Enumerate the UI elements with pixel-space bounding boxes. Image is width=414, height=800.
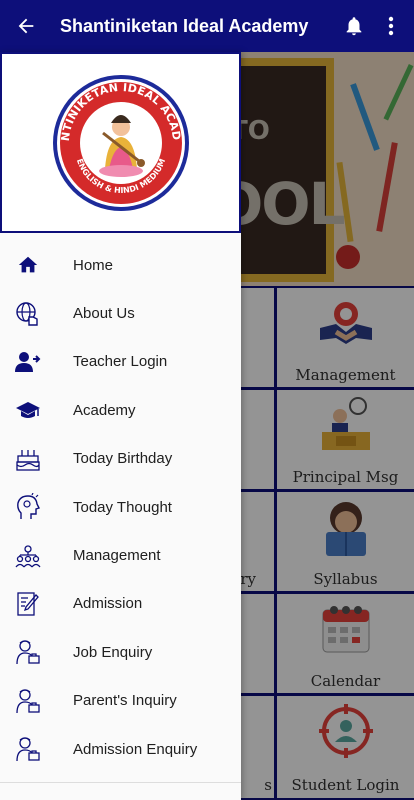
birthday-cake-icon [16,449,40,471]
app-title: Shantiniketan Ideal Academy [60,15,309,36]
menu-item-teacher-login[interactable]: Teacher Login [0,338,241,386]
admission-form-icon [17,592,39,616]
app-bar: Shantiniketan Ideal Academy [0,0,414,52]
menu-item-label: Admission Enquiry [73,740,198,758]
menu-item-label: Parent's Inquiry [73,692,177,710]
back-button[interactable] [0,0,52,52]
school-logo: SHANTINIKETAN IDEAL ACADEMY ENGLISH & HI… [51,73,189,211]
globe-hand-icon [16,301,38,326]
arrow-left-icon [18,18,34,34]
menu-item-label: Today Birthday [73,450,173,468]
menu-item-label: Job Enquiry [73,643,153,661]
menu-item-academy[interactable]: Academy [0,386,241,434]
drawer-divider [0,782,241,783]
menu-item-parents-inquiry[interactable]: Parent's Inquiry [0,677,241,725]
menu-item-admission[interactable]: Admission [0,580,241,628]
menu-item-label: Teacher Login [73,353,168,371]
menu-item-label: Home [73,256,114,274]
menu-item-label: Academy [73,401,136,419]
menu-item-label: Today Thought [73,498,172,516]
person-briefcase-icon [16,737,40,762]
drawer-header: SHANTINIKETAN IDEAL ACADEMY ENGLISH & HI… [0,52,241,233]
menu-item-home[interactable]: Home [0,241,241,289]
head-idea-icon [17,493,40,520]
bell-icon [346,17,362,36]
home-icon [18,256,38,273]
overflow-menu-button[interactable] [374,0,408,52]
menu-item-admission-enquiry[interactable]: Admission Enquiry [0,725,241,773]
menu-item-management[interactable]: Management [0,531,241,579]
person-briefcase-icon [16,689,40,713]
team-hierarchy-icon [15,544,41,567]
menu-item-today-birthday[interactable]: Today Birthday [0,435,241,483]
more-vertical-icon [388,16,394,36]
notifications-button[interactable] [334,0,374,52]
menu-item-label: Management [73,547,161,565]
navigation-drawer: SHANTINIKETAN IDEAL ACADEMY ENGLISH & HI… [0,52,241,800]
menu-item-about-us[interactable]: About Us [0,289,241,337]
person-briefcase-icon [16,640,40,665]
menu-item-label: Admission [73,595,143,613]
menu-item-today-thought[interactable]: Today Thought [0,483,241,531]
menu-item-job-enquiry[interactable]: Job Enquiry [0,628,241,676]
graduation-cap-icon [16,402,40,419]
menu-item-label: About Us [73,305,135,323]
drawer-menu: Home About Us Teacher Login Academy Toda… [0,241,241,773]
user-login-icon [15,351,41,372]
